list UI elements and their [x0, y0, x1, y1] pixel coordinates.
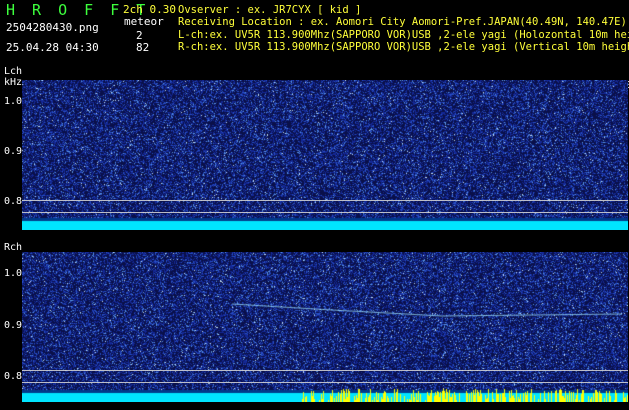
rch-ytick-2: 0.9: [4, 320, 23, 331]
rch-ytick-1: 1.0: [4, 268, 23, 279]
lch-spectrogram: [22, 80, 628, 230]
lch-label: Lch: [4, 66, 23, 77]
datetime-label: 25.04.28 04:30: [6, 41, 99, 54]
rch-spectrogram-canvas: [22, 252, 628, 402]
lch-ytick-3: 0.8: [4, 196, 23, 207]
lch-guide-line-upper: [22, 200, 628, 201]
rch-info-line: R-ch:ex. UV5R 113.900Mhz(SAPPORO VOR)USB…: [178, 41, 629, 53]
lch-ytick-2: 0.9: [4, 146, 23, 157]
lch-guide-line-lower: [22, 212, 628, 213]
observer-line: Ovserver : ex. JR7CYX [ kid ]: [178, 4, 362, 16]
rch-guide-line-lower: [22, 382, 628, 383]
rch-count: 82: [136, 41, 150, 54]
filename-label: 2504280430.png: [6, 21, 99, 34]
rch-ytick-3: 0.8: [4, 371, 23, 382]
mode-label: 2ch 0.30: [123, 3, 176, 16]
location-line: Receiving Location : ex. Aomori City Aom…: [178, 16, 627, 28]
lch-ytick-1: 1.0: [4, 96, 23, 107]
rch-label: Rch: [4, 242, 23, 253]
lch-unit-label: kHz: [4, 77, 23, 88]
category-label: meteor: [124, 15, 164, 28]
lch-count: 2: [136, 29, 143, 42]
lch-spectrogram-canvas: [22, 80, 628, 230]
rch-spectrogram: [22, 252, 628, 402]
lch-info-line: L-ch:ex. UV5R 113.900Mhz(SAPPORO VOR)USB…: [178, 29, 629, 41]
rch-guide-line-upper: [22, 370, 628, 371]
